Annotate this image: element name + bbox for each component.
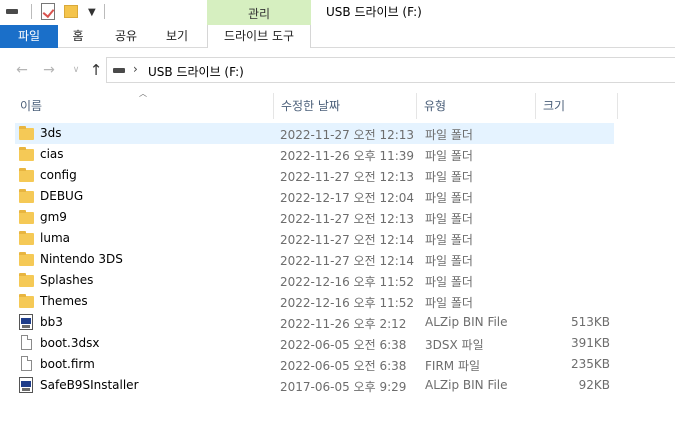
properties-icon[interactable] — [41, 3, 55, 20]
file-name: SafeB9SInstaller — [40, 378, 139, 392]
file-date-modified: 2022-11-26 오후 2:12 — [280, 317, 407, 331]
file-date-modified: 2022-11-27 오전 12:14 — [280, 233, 415, 247]
file-type: ALZip BIN File — [425, 315, 508, 329]
file-type: 파일 폴더 — [425, 191, 473, 205]
file-date-modified: 2022-12-16 오후 11:52 — [280, 296, 415, 310]
file-row[interactable]: SafeB9SInstaller 2017-06-05 오후 9:29 ALZip … — [15, 375, 614, 396]
ribbon-tab-bar — [0, 25, 675, 48]
file-row[interactable]: gm9 2022-11-27 오전 12:13 파일 폴더 — [15, 207, 614, 228]
tab-drive-tools[interactable]: 드라이브 도구 — [207, 25, 311, 48]
file-type: 파일 폴더 — [425, 254, 473, 268]
file-row[interactable]: 3ds 2022-11-27 오전 12:13 파일 폴더 — [15, 123, 614, 144]
up-arrow-icon[interactable]: ↑ — [86, 60, 106, 80]
file-date-modified: 2022-11-27 오전 12:13 — [280, 128, 415, 142]
file-date-modified: 2022-11-27 오전 12:13 — [280, 170, 415, 184]
recent-locations-chevron-icon[interactable]: ∨ — [66, 60, 86, 80]
file-date-modified: 2022-11-27 오전 12:14 — [280, 254, 415, 268]
file-type: 파일 폴더 — [425, 149, 473, 163]
file-name: gm9 — [40, 210, 67, 224]
column-divider[interactable] — [273, 93, 274, 119]
file-row[interactable]: Splashes 2022-12-16 오후 11:52 파일 폴더 — [15, 270, 614, 291]
bin-file-icon — [19, 314, 33, 330]
file-size: 391KB — [570, 336, 610, 350]
file-date-modified: 2017-06-05 오후 9:29 — [280, 380, 407, 394]
drive-icon[interactable] — [6, 9, 18, 14]
folder-icon — [19, 273, 34, 287]
folder-icon — [19, 231, 34, 245]
back-arrow-icon[interactable]: ← — [12, 60, 32, 80]
file-name: boot.firm — [40, 357, 95, 371]
file-icon — [21, 356, 32, 371]
folder-icon — [19, 147, 34, 161]
column-divider[interactable] — [535, 93, 536, 119]
toolbar-divider — [104, 4, 105, 19]
window-title: USB 드라이브 (F:) — [326, 5, 422, 19]
folder-icon — [19, 210, 34, 224]
toolbar-divider — [31, 4, 32, 19]
file-name: Themes — [40, 294, 88, 308]
context-tab-group-label: 관리 — [247, 7, 271, 21]
file-name: cias — [40, 147, 64, 161]
folder-icon — [19, 168, 34, 182]
file-size: 92KB — [578, 378, 610, 392]
file-type: ALZip BIN File — [425, 378, 508, 392]
file-row[interactable]: boot.3dsx 2022-06-05 오전 6:38 3DSX 파일 391KB — [15, 333, 614, 354]
file-row[interactable]: Themes 2022-12-16 오후 11:52 파일 폴더 — [15, 291, 614, 312]
column-divider[interactable] — [617, 93, 618, 119]
file-type: 파일 폴더 — [425, 170, 473, 184]
file-name: Nintendo 3DS — [40, 252, 123, 266]
file-row[interactable]: bb3 2022-11-26 오후 2:12 ALZip BIN File 513KB — [15, 312, 614, 333]
file-date-modified: 2022-12-16 오후 11:52 — [280, 275, 415, 289]
file-name: 3ds — [40, 126, 62, 140]
file-name: Splashes — [40, 273, 94, 287]
bin-file-icon — [19, 377, 33, 393]
file-icon — [21, 335, 32, 350]
folder-icon — [19, 126, 34, 140]
tab-view[interactable]: 보기 — [155, 25, 199, 48]
new-folder-icon[interactable] — [64, 5, 78, 18]
file-row[interactable]: config 2022-11-27 오전 12:13 파일 폴더 — [15, 165, 614, 186]
column-header-date[interactable]: 수정한 날짜 — [281, 97, 340, 115]
file-type: 3DSX 파일 — [425, 338, 484, 352]
file-type: 파일 폴더 — [425, 128, 473, 142]
breadcrumb-chevron-icon[interactable]: › — [133, 62, 138, 76]
forward-arrow-icon[interactable]: → — [39, 60, 59, 80]
file-date-modified: 2022-12-17 오전 12:04 — [280, 191, 415, 205]
file-type: 파일 폴더 — [425, 275, 473, 289]
file-name: luma — [40, 231, 70, 245]
folder-icon — [19, 252, 34, 266]
customize-quick-access-icon[interactable]: ▼ — [88, 7, 96, 18]
file-type: 파일 폴더 — [425, 296, 473, 310]
column-header-type[interactable]: 유형 — [424, 97, 446, 115]
column-header-name[interactable]: 이름 — [20, 97, 42, 115]
column-divider[interactable] — [416, 93, 417, 119]
folder-icon — [19, 189, 34, 203]
file-name: bb3 — [40, 315, 63, 329]
file-size: 513KB — [570, 315, 610, 329]
drive-icon — [113, 68, 125, 73]
file-size: 235KB — [570, 357, 610, 371]
file-name: DEBUG — [40, 189, 84, 203]
folder-icon — [19, 294, 34, 308]
file-type: 파일 폴더 — [425, 212, 473, 226]
file-type: 파일 폴더 — [425, 233, 473, 247]
column-header-size[interactable]: 크기 — [543, 97, 565, 115]
breadcrumb-path[interactable]: USB 드라이브 (F:) — [148, 63, 244, 80]
file-name: boot.3dsx — [40, 336, 100, 350]
tab-share[interactable]: 공유 — [104, 25, 148, 48]
file-row[interactable]: Nintendo 3DS 2022-11-27 오전 12:14 파일 폴더 — [15, 249, 614, 270]
file-row[interactable]: DEBUG 2022-12-17 오전 12:04 파일 폴더 — [15, 186, 614, 207]
sort-ascending-icon: ︿ — [139, 89, 147, 98]
file-date-modified: 2022-06-05 오전 6:38 — [280, 359, 407, 373]
file-type: FIRM 파일 — [425, 359, 481, 373]
tab-home[interactable]: 홈 — [58, 25, 98, 48]
tab-file[interactable]: 파일 — [0, 25, 58, 48]
file-date-modified: 2022-11-27 오전 12:13 — [280, 212, 415, 226]
file-date-modified: 2022-06-05 오전 6:38 — [280, 338, 407, 352]
file-date-modified: 2022-11-26 오후 11:39 — [280, 149, 415, 163]
file-name: config — [40, 168, 77, 182]
file-row[interactable]: cias 2022-11-26 오후 11:39 파일 폴더 — [15, 144, 614, 165]
file-row[interactable]: luma 2022-11-27 오전 12:14 파일 폴더 — [15, 228, 614, 249]
file-row[interactable]: boot.firm 2022-06-05 오전 6:38 FIRM 파일 235KB — [15, 354, 614, 375]
